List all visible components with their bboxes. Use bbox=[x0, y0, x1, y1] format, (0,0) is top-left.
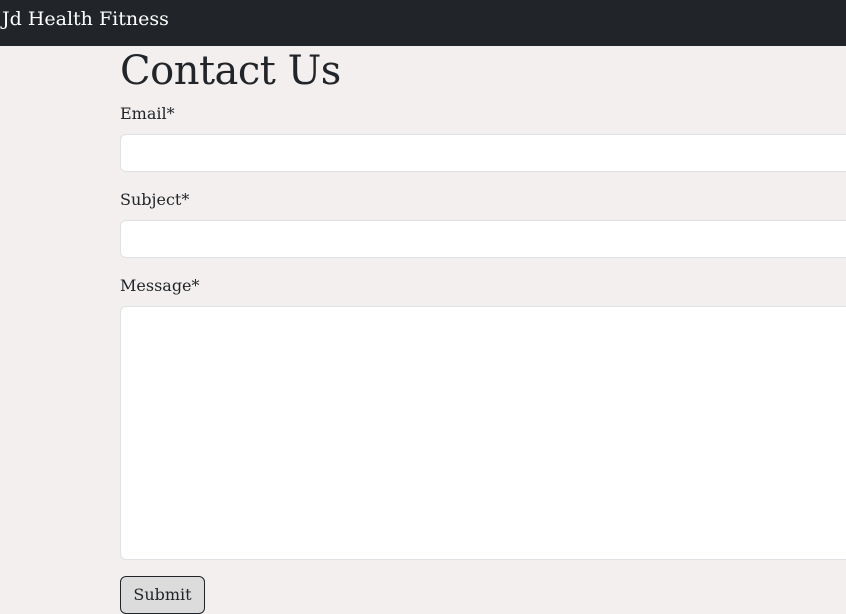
navbar: Jd Health Fitness bbox=[0, 0, 846, 46]
subject-field[interactable] bbox=[120, 220, 846, 258]
email-label: Email* bbox=[120, 104, 175, 123]
page-title: Contact Us bbox=[120, 48, 341, 94]
email-field[interactable] bbox=[120, 134, 846, 172]
subject-label: Subject* bbox=[120, 190, 190, 209]
brand-link[interactable]: Jd Health Fitness bbox=[2, 6, 169, 32]
submit-button[interactable]: Submit bbox=[120, 576, 205, 614]
message-label: Message* bbox=[120, 276, 200, 295]
message-field[interactable] bbox=[120, 306, 846, 560]
